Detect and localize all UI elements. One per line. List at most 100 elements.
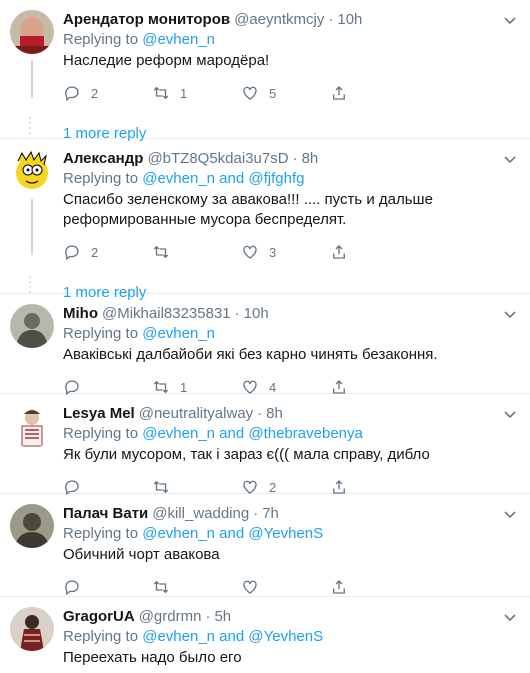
mention-link[interactable]: @YevhenS [248, 525, 323, 542]
chevron-down-icon[interactable] [502, 12, 518, 28]
like-icon [243, 245, 257, 259]
author-handle[interactable]: @grdrmn [139, 607, 202, 627]
chevron-down-icon[interactable] [502, 406, 518, 422]
share-icon [333, 580, 345, 594]
retweet-icon [153, 580, 169, 594]
chevron-down-icon[interactable] [502, 506, 518, 522]
like-count: 3 [269, 244, 277, 260]
mention-link[interactable]: @evhen_n [142, 325, 215, 342]
mention-link[interactable]: @evhen_n [142, 170, 215, 187]
mention-link[interactable]: @thebravebenya [248, 425, 362, 442]
tweet[interactable]: GragorUA @grdrmn · 5h Replying to @evhen… [0, 597, 530, 673]
thread-line [31, 60, 33, 98]
replying-and[interactable]: and [215, 628, 248, 645]
separator-dot: · [292, 150, 298, 167]
tweet[interactable]: Miho @Mikhail83235831 · 10h Replying to … [0, 294, 530, 396]
avatar[interactable] [10, 504, 54, 548]
avatar[interactable] [10, 149, 54, 193]
mention-link[interactable]: @evhen_n [142, 425, 215, 442]
author-handle[interactable]: @Mikhail83235831 [102, 304, 231, 324]
replying-and[interactable]: and [215, 425, 248, 442]
avatar[interactable] [10, 10, 54, 54]
timestamp[interactable]: 7h [262, 504, 279, 524]
share-button[interactable] [330, 578, 358, 596]
replying-label: Replying to [63, 628, 143, 645]
share-button[interactable] [330, 84, 358, 102]
author-handle[interactable]: @neutralityalway [139, 404, 253, 424]
replying-label: Replying to [63, 425, 143, 442]
reply-icon [65, 86, 79, 102]
replying-to: Replying to @evhen_n and @thebravebenya [63, 424, 518, 444]
mention-link[interactable]: @evhen_n [142, 31, 215, 48]
tweet-text: Обичний чорт авакова [63, 546, 220, 563]
author-name[interactable]: Miho [63, 304, 98, 324]
tweet-text: Наследие реформ мародёра! [63, 52, 270, 69]
avatar[interactable] [10, 304, 54, 348]
tweet-text: Спасибо зеленскому за авакова!!! .... пу… [63, 191, 433, 228]
tweet[interactable]: Арендатор мониторов @aeyntkmcjy · 10h Re… [0, 0, 530, 142]
author-handle[interactable]: @kill_wadding [152, 504, 249, 524]
author-name[interactable]: Арендатор мониторов [63, 10, 230, 30]
timestamp[interactable]: 8h [302, 149, 319, 169]
timestamp[interactable]: 5h [214, 607, 231, 627]
replying-and[interactable]: and [215, 525, 248, 542]
mention-link[interactable]: @YevhenS [248, 628, 323, 645]
retweet-button[interactable] [152, 243, 241, 261]
tweet-text: Як були мусором, так і зараз є((( мала с… [63, 446, 430, 463]
like-button[interactable]: 3 [241, 243, 330, 261]
replying-label: Replying to [63, 525, 143, 542]
replying-to: Replying to @evhen_n and @YevhenS [63, 524, 518, 544]
reply-button[interactable]: 2 [63, 243, 152, 261]
share-button[interactable] [330, 243, 358, 261]
chevron-down-icon[interactable] [502, 609, 518, 625]
replying-label: Replying to [63, 325, 143, 342]
reply-button[interactable]: 2 [63, 84, 152, 102]
author-handle[interactable]: @aeyntkmcjy [234, 10, 324, 30]
separator-dot: · [205, 608, 211, 625]
reply-icon [65, 245, 79, 261]
retweet-button[interactable]: 1 [152, 84, 241, 102]
timestamp[interactable]: 10h [244, 304, 269, 324]
like-count: 2 [269, 479, 277, 495]
avatar[interactable] [10, 607, 54, 651]
mention-link[interactable]: @fjfghfg [248, 170, 304, 187]
tweet[interactable]: Lesya Mel @neutralityalway · 8h Replying… [0, 394, 530, 496]
tweet[interactable]: Палач Вати @kill_wadding · 7h Replying t… [0, 494, 530, 597]
replying-to: Replying to @evhen_n [63, 30, 518, 50]
author-name[interactable]: Lesya Mel [63, 404, 135, 424]
action-bar: 2 1 5 [63, 73, 518, 113]
share-icon [333, 245, 345, 259]
retweet-icon [153, 86, 169, 100]
chevron-down-icon[interactable] [502, 306, 518, 322]
separator-dot: · [257, 405, 263, 422]
author-handle[interactable]: @bTZ8Q5kdai3u7sD [147, 149, 288, 169]
reply-count: 2 [91, 244, 99, 260]
like-count: 4 [269, 379, 277, 395]
reply-count: 2 [91, 85, 99, 101]
replying-to: Replying to @evhen_n and @YevhenS [63, 627, 518, 647]
timestamp[interactable]: 8h [266, 404, 283, 424]
mention-link[interactable]: @evhen_n [142, 628, 215, 645]
tweet-text: Аваківські далбайоби які без карно чинят… [63, 346, 438, 363]
like-icon [243, 580, 257, 594]
like-button[interactable]: 5 [241, 84, 330, 102]
timestamp[interactable]: 10h [337, 10, 362, 30]
reply-button[interactable] [63, 578, 152, 596]
author-name[interactable]: Александр [63, 149, 143, 169]
retweet-count: 1 [180, 85, 188, 101]
chevron-down-icon[interactable] [502, 151, 518, 167]
like-button[interactable] [241, 578, 330, 596]
author-name[interactable]: Палач Вати [63, 504, 148, 524]
separator-dot: · [234, 305, 240, 322]
retweet-icon [153, 245, 169, 259]
retweet-button[interactable] [152, 578, 241, 596]
like-count: 5 [269, 85, 277, 101]
tweet[interactable]: Александр @bTZ8Q5kdai3u7sD · 8h Replying… [0, 139, 530, 301]
action-bar: 2 3 [63, 232, 518, 272]
mention-link[interactable]: @evhen_n [142, 525, 215, 542]
replying-and[interactable]: and [215, 170, 248, 187]
reply-feed: Арендатор мониторов @aeyntkmcjy · 10h Re… [0, 0, 530, 673]
author-name[interactable]: GragorUA [63, 607, 135, 627]
avatar[interactable] [10, 404, 54, 448]
separator-dot: · [253, 505, 259, 522]
